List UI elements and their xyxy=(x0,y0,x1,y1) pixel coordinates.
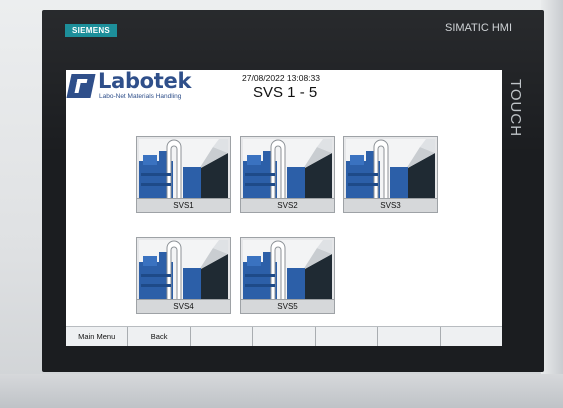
housing-side xyxy=(541,0,563,408)
softkey-main-menu[interactable]: Main Menu xyxy=(66,327,129,346)
softkey-5[interactable] xyxy=(316,327,379,346)
dryer-machine-icon xyxy=(139,240,228,300)
logo-tagline: Labo-Net Materials Handling xyxy=(99,93,182,100)
tile-svs1[interactable]: SVS1 xyxy=(136,136,231,213)
dryer-machine-icon xyxy=(243,139,332,199)
softkey-back[interactable]: Back xyxy=(128,327,191,346)
tile-svs5[interactable]: SVS5 xyxy=(240,237,335,314)
tile-svs2[interactable]: SVS2 xyxy=(240,136,335,213)
tile-svs3[interactable]: SVS3 xyxy=(343,136,438,213)
brand-badge: SIEMENS xyxy=(65,24,117,37)
softkey-7[interactable] xyxy=(441,327,502,346)
hmi-screen: Labotek Labo-Net Materials Handling 27/0… xyxy=(66,70,502,346)
touch-label: TOUCH xyxy=(507,78,524,138)
model-label: SIMATIC HMI xyxy=(444,22,512,34)
tile-label: SVS5 xyxy=(241,299,334,313)
dryer-machine-icon xyxy=(139,139,228,199)
tile-label: SVS1 xyxy=(137,198,230,212)
tile-label: SVS3 xyxy=(344,198,437,212)
logo-name: Labotek xyxy=(98,70,192,93)
dryer-machine-icon xyxy=(346,139,435,199)
labotek-logo: Labotek Labo-Net Materials Handling xyxy=(66,70,209,102)
tile-label: SVS2 xyxy=(241,198,334,212)
page-title: SVS 1 - 5 xyxy=(253,84,318,101)
softkey-6[interactable] xyxy=(378,327,441,346)
tile-label: SVS4 xyxy=(137,299,230,313)
tile-svs4[interactable]: SVS4 xyxy=(136,237,231,314)
logo-mark-icon xyxy=(66,74,96,98)
dryer-machine-icon xyxy=(243,240,332,300)
softkey-bar: Main Menu Back xyxy=(66,326,502,346)
datetime-display: 27/08/2022 13:08:33 xyxy=(242,73,320,83)
softkey-3[interactable] xyxy=(191,327,254,346)
housing-bottom xyxy=(0,374,563,408)
softkey-4[interactable] xyxy=(253,327,316,346)
